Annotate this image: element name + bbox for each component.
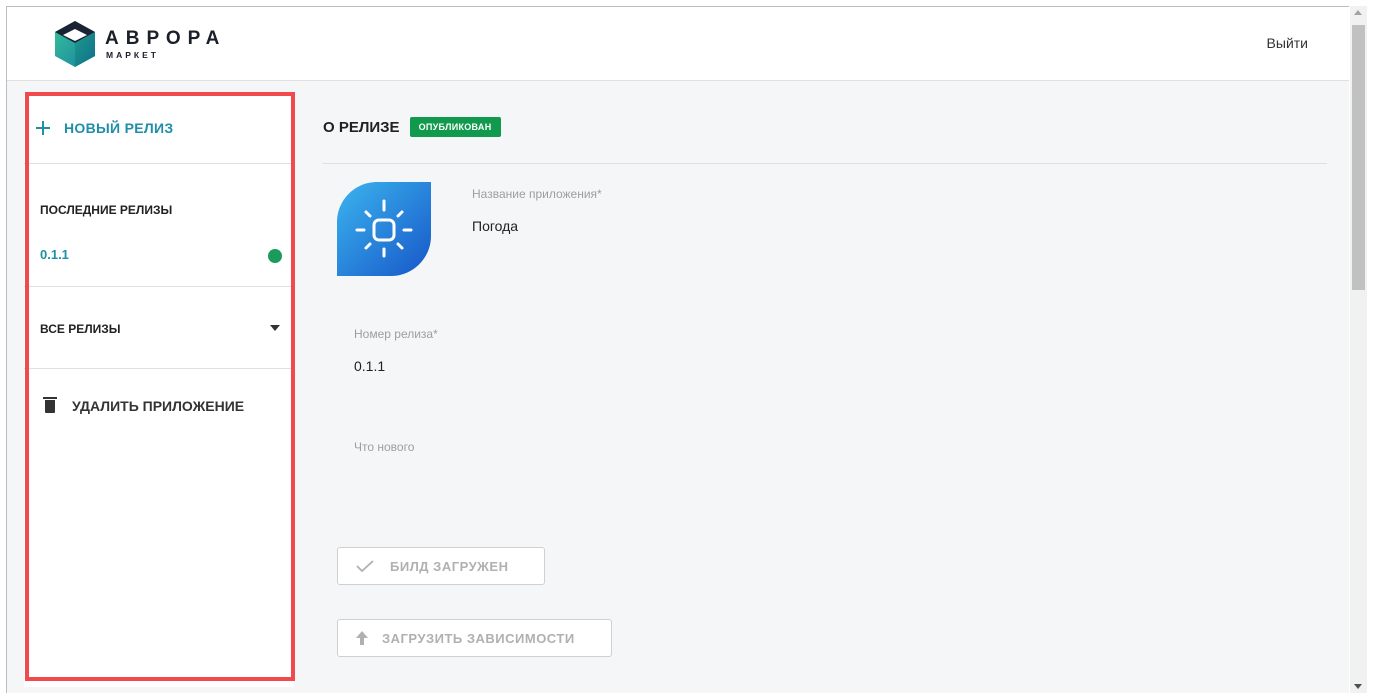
logo[interactable]: АВРОРА МАРКЕТ bbox=[53, 19, 226, 69]
app-name-value: Погода bbox=[472, 218, 519, 234]
recent-releases-title: ПОСЛЕДНИЕ РЕЛИЗЫ bbox=[40, 203, 173, 217]
scrollbar[interactable] bbox=[1350, 6, 1367, 693]
release-number-value: 0.1.1 bbox=[354, 358, 386, 374]
release-item[interactable]: 0.1.1 bbox=[40, 246, 282, 266]
delete-app-button[interactable]: УДАЛИТЬ ПРИЛОЖЕНИЕ bbox=[24, 369, 294, 449]
arrow-up-icon bbox=[356, 631, 368, 645]
header: АВРОРА МАРКЕТ Выйти bbox=[7, 7, 1349, 81]
new-release-label: НОВЫЙ РЕЛИЗ bbox=[64, 119, 174, 136]
scrollbar-thumb[interactable] bbox=[1352, 25, 1365, 290]
weather-app-icon bbox=[337, 182, 431, 276]
check-icon bbox=[356, 560, 374, 572]
upload-dependencies-label: ЗАГРУЗИТЬ ЗАВИСИМОСТИ bbox=[382, 630, 575, 646]
all-releases-label: ВСЕ РЕЛИЗЫ bbox=[40, 322, 121, 336]
status-badge: ОПУБЛИКОВАН bbox=[409, 117, 501, 137]
all-releases-dropdown[interactable]: ВСЕ РЕЛИЗЫ bbox=[24, 287, 294, 369]
recent-releases-section: ПОСЛЕДНИЕ РЕЛИЗЫ 0.1.1 bbox=[24, 164, 294, 287]
build-uploaded-label: БИЛД ЗАГРУЖЕН bbox=[390, 558, 509, 574]
whats-new-label: Что нового bbox=[354, 440, 415, 454]
logo-subtitle: МАРКЕТ bbox=[106, 49, 159, 60]
logo-title: АВРОРА bbox=[105, 27, 227, 49]
caret-down-icon bbox=[270, 325, 280, 331]
trash-icon bbox=[43, 397, 57, 413]
sidebar: НОВЫЙ РЕЛИЗ ПОСЛЕДНИЕ РЕЛИЗЫ 0.1.1 ВСЕ Р… bbox=[24, 92, 294, 687]
divider bbox=[322, 163, 1327, 164]
scroll-down-icon[interactable] bbox=[1354, 684, 1362, 689]
plus-icon bbox=[36, 120, 50, 135]
build-uploaded-button[interactable]: БИЛД ЗАГРУЖЕН bbox=[337, 547, 545, 585]
scroll-up-icon[interactable] bbox=[1354, 10, 1362, 15]
page-title: О РЕЛИЗЕ ОПУБЛИКОВАН bbox=[323, 117, 501, 137]
published-status-dot bbox=[268, 249, 282, 263]
release-version: 0.1.1 bbox=[40, 247, 69, 262]
release-number-label: Номер релиза* bbox=[354, 327, 438, 341]
delete-app-label: УДАЛИТЬ ПРИЛОЖЕНИЕ bbox=[72, 398, 245, 414]
app-name-label: Название приложения* bbox=[472, 187, 602, 201]
upload-dependencies-button[interactable]: ЗАГРУЗИТЬ ЗАВИСИМОСТИ bbox=[337, 619, 612, 657]
new-release-button[interactable]: НОВЫЙ РЕЛИЗ bbox=[24, 92, 294, 164]
page-title-label: О РЕЛИЗЕ bbox=[323, 118, 400, 136]
logout-button[interactable]: Выйти bbox=[1267, 35, 1308, 51]
aurora-logo-icon bbox=[55, 21, 95, 67]
